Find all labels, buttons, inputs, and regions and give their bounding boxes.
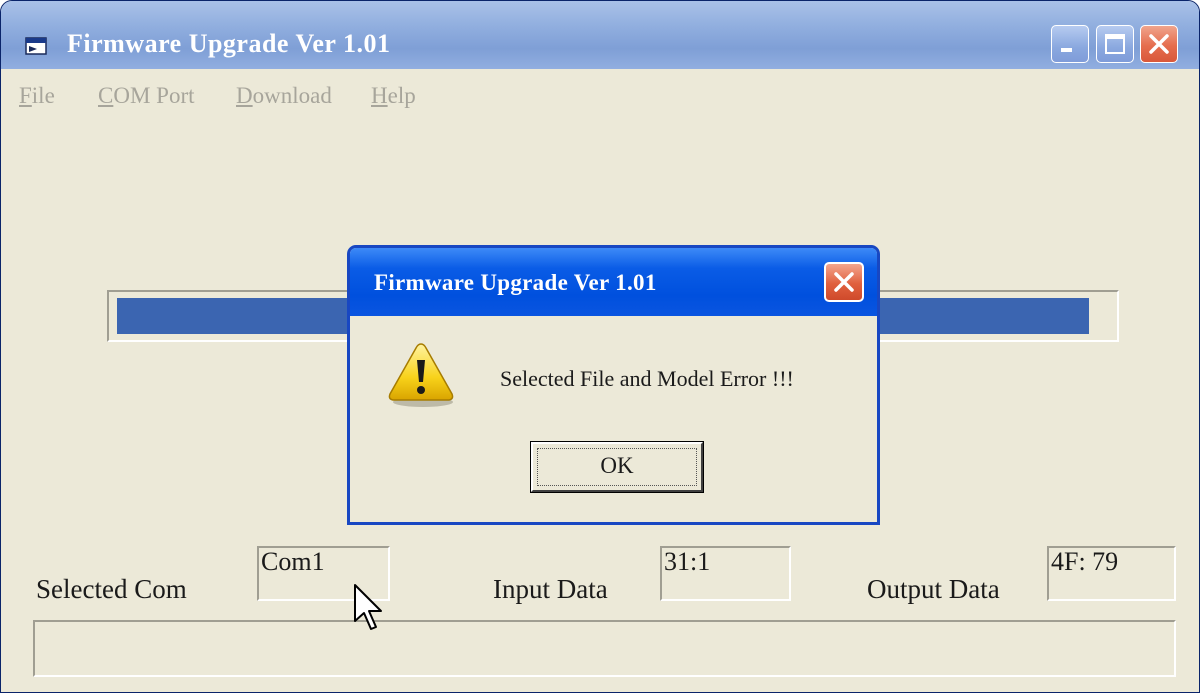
menu-file-rest: ile [31, 83, 55, 108]
menu-download-accel: D [236, 83, 253, 108]
ok-button[interactable]: OK [530, 441, 704, 493]
focus-rect [537, 448, 697, 486]
app-window-icon [25, 37, 47, 55]
menu-com-port[interactable]: COM Port [98, 83, 195, 109]
warning-icon [388, 343, 454, 407]
menu-help[interactable]: Help [371, 83, 416, 109]
close-icon [834, 272, 854, 292]
dialog-title: Firmware Upgrade Ver 1.01 [374, 270, 657, 295]
window-title: Firmware Upgrade Ver 1.01 [67, 29, 391, 58]
input-data-field: 31:1 [660, 546, 791, 601]
close-icon [1149, 34, 1169, 54]
minimize-icon [1061, 48, 1072, 52]
menu-file-accel: F [19, 83, 32, 108]
menu-com-rest: OM Port [113, 83, 195, 108]
error-dialog: Firmware Upgrade Ver 1.01 Selected File … [347, 245, 880, 525]
window-titlebar[interactable]: Firmware Upgrade Ver 1.01 [1, 1, 1199, 69]
selected-com-label: Selected Com [36, 574, 187, 604]
dialog-message: Selected File and Model Error !!! [500, 366, 794, 391]
menu-bar: File COM Port Download Help [1, 79, 1199, 111]
output-data-field: 4F: 79 [1047, 546, 1176, 601]
menu-com-accel: C [98, 83, 114, 108]
menu-help-rest: elp [387, 83, 416, 108]
input-data-label: Input Data [493, 574, 608, 604]
menu-download-rest: ownload [252, 83, 332, 108]
menu-file[interactable]: File [19, 83, 55, 109]
minimize-button[interactable] [1051, 25, 1089, 63]
main-window: Firmware Upgrade Ver 1.01 File COM Port … [0, 0, 1200, 693]
status-bar [33, 620, 1176, 677]
menu-download[interactable]: Download [236, 83, 332, 109]
dialog-titlebar[interactable]: Firmware Upgrade Ver 1.01 [350, 248, 877, 316]
dialog-close-button[interactable] [824, 262, 864, 302]
mouse-cursor-icon [354, 584, 382, 630]
maximize-button[interactable] [1096, 25, 1134, 63]
maximize-icon [1105, 34, 1125, 54]
output-data-label: Output Data [867, 574, 1000, 604]
close-button[interactable] [1140, 25, 1178, 63]
menu-help-accel: H [371, 83, 388, 108]
